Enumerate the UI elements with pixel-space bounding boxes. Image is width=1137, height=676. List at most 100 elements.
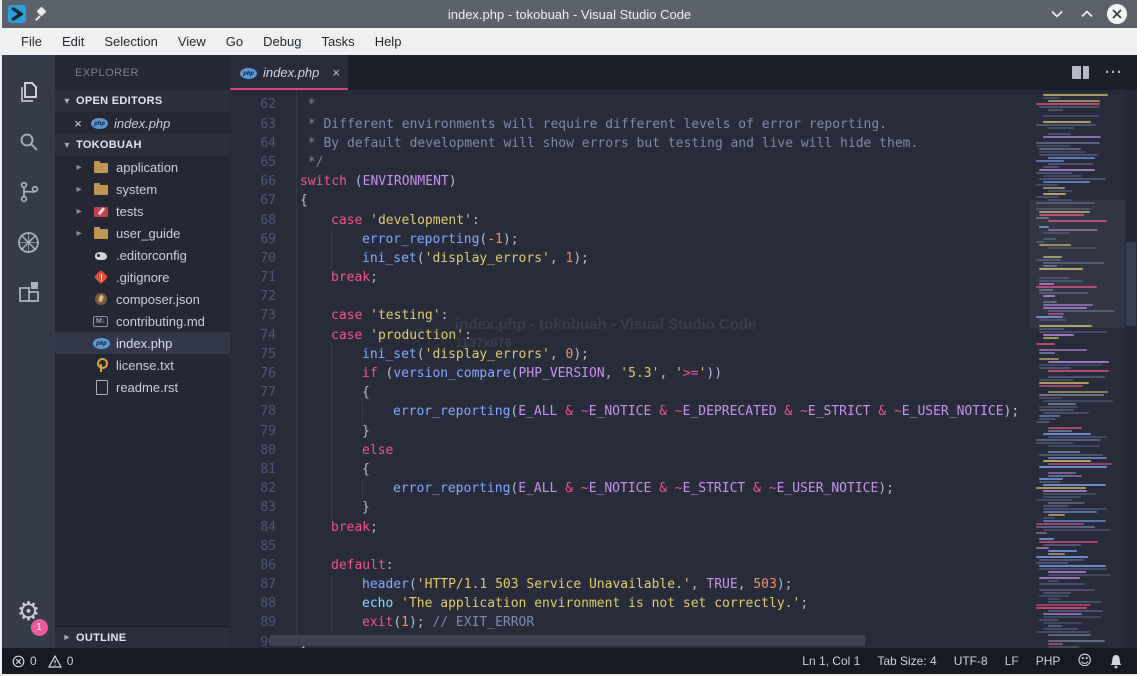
status-tab-size[interactable]: Tab Size: 4	[877, 654, 936, 668]
tree-item-tests[interactable]: ▸tests	[55, 200, 230, 222]
line-number: 65	[230, 153, 276, 172]
indent-guide	[331, 479, 362, 498]
tab-close-icon[interactable]: ×	[332, 65, 340, 80]
code-line[interactable]: 70ini_set('display_errors', 1);	[230, 249, 1125, 268]
tree-item-contributing-md[interactable]: contributing.md	[55, 310, 230, 332]
code-line[interactable]: 79}	[230, 422, 1125, 441]
code-text: exit(1); // EXIT_ERROR	[300, 613, 534, 632]
code-text: error_reporting(E_ALL & ~E_NOTICE & ~E_D…	[300, 402, 1019, 421]
code-line[interactable]: 88echo 'The application environment is n…	[230, 594, 1125, 613]
status-cursor-position[interactable]: Ln 1, Col 1	[802, 654, 860, 668]
code-line[interactable]: 76if (version_compare(PHP_VERSION, '5.3'…	[230, 364, 1125, 383]
status-encoding[interactable]: UTF-8	[954, 654, 988, 668]
settings-gear-button[interactable]: ⚙ 1	[5, 592, 53, 632]
tree-item-system[interactable]: ▸system	[55, 178, 230, 200]
code-line[interactable]: 68case 'development':	[230, 211, 1125, 230]
open-editors-header[interactable]: ▾ OPEN EDITORS	[55, 90, 230, 112]
code-line[interactable]: 86default:	[230, 556, 1125, 575]
tree-item-index-php[interactable]: index.php	[55, 332, 230, 354]
explorer-icon[interactable]	[5, 67, 53, 117]
code-line[interactable]: 65 */	[230, 153, 1125, 172]
error-count: 0	[30, 654, 37, 668]
more-actions-icon[interactable]: ···	[1105, 65, 1123, 80]
indent-guide	[300, 479, 331, 498]
folder-icon	[93, 182, 110, 196]
code-line[interactable]: 69error_reporting(-1);	[230, 230, 1125, 249]
composer-icon	[93, 292, 110, 306]
code-line[interactable]: 85	[230, 537, 1125, 556]
indent-guide	[331, 383, 362, 402]
line-number: 83	[230, 498, 276, 517]
tree-item-user-guide[interactable]: ▸user_guide	[55, 222, 230, 244]
indent-guide	[300, 594, 331, 613]
code-text: case 'development':	[300, 211, 480, 230]
code-line[interactable]: 83}	[230, 498, 1125, 517]
code-editor[interactable]: 61 *62 *63 * Different environments will…	[230, 90, 1137, 648]
code-line[interactable]: 87header('HTTP/1.1 503 Service Unavailab…	[230, 575, 1125, 594]
code-text: ini_set('display_errors', 0);	[300, 345, 589, 364]
code-line[interactable]: 66switch (ENVIRONMENT)	[230, 172, 1125, 191]
extensions-icon[interactable]	[5, 267, 53, 317]
menu-debug[interactable]: Debug	[254, 31, 310, 52]
status-eol[interactable]: LF	[1005, 654, 1019, 668]
tree-item-label: composer.json	[116, 292, 200, 307]
search-icon[interactable]	[5, 117, 53, 167]
menu-edit[interactable]: Edit	[53, 31, 93, 52]
tree-item--editorconfig[interactable]: .editorconfig	[55, 244, 230, 266]
code-line[interactable]: 73case 'testing':	[230, 306, 1125, 325]
vertical-scrollbar[interactable]	[1125, 90, 1137, 648]
code-line[interactable]: 77{	[230, 383, 1125, 402]
code-line[interactable]: 80else	[230, 441, 1125, 460]
scrollbar-thumb[interactable]	[1126, 242, 1136, 326]
code-line[interactable]: 71break;	[230, 268, 1125, 287]
split-editor-icon[interactable]	[1072, 66, 1089, 79]
code-line[interactable]: 82error_reporting(E_ALL & ~E_NOTICE & ~E…	[230, 479, 1125, 498]
indent-guide	[300, 460, 331, 479]
maximize-button[interactable]	[1077, 4, 1097, 24]
close-editor-icon[interactable]: ×	[71, 116, 85, 131]
code-line[interactable]: 64 * By default development will show er…	[230, 134, 1125, 153]
menu-help[interactable]: Help	[366, 31, 411, 52]
menu-view[interactable]: View	[169, 31, 215, 52]
code-line[interactable]: 67{	[230, 191, 1125, 210]
code-line[interactable]: 84break;	[230, 518, 1125, 537]
close-button[interactable]	[1107, 4, 1127, 24]
code-line[interactable]: 62 *	[230, 95, 1125, 114]
project-header[interactable]: ▾ TOKOBUAH	[55, 134, 230, 156]
code-text: {	[300, 191, 308, 210]
code-text: *	[300, 95, 316, 114]
tree-item-license-txt[interactable]: license.txt	[55, 354, 230, 376]
tree-item-composer-json[interactable]: composer.json	[55, 288, 230, 310]
code-line[interactable]: 81{	[230, 460, 1125, 479]
code-line[interactable]: 74case 'production':	[230, 326, 1125, 345]
minimap-slider[interactable]	[1030, 200, 1125, 328]
tree-item-readme-rst[interactable]: readme.rst	[55, 376, 230, 398]
minimap[interactable]	[1030, 90, 1125, 648]
code-line[interactable]: 63 * Different environments will require…	[230, 115, 1125, 134]
menu-file[interactable]: File	[12, 31, 51, 52]
source-control-icon[interactable]	[5, 167, 53, 217]
problems-status[interactable]: 0 0	[12, 654, 73, 668]
line-number: 66	[230, 172, 276, 191]
horizontal-scrollbar[interactable]	[270, 635, 865, 646]
outline-header[interactable]: ▸ OUTLINE	[55, 626, 230, 648]
line-number: 80	[230, 441, 276, 460]
tree-item-application[interactable]: ▸application	[55, 156, 230, 178]
code-line[interactable]: 78error_reporting(E_ALL & ~E_NOTICE & ~E…	[230, 402, 1125, 421]
debug-icon[interactable]	[5, 217, 53, 267]
menu-tasks[interactable]: Tasks	[312, 31, 363, 52]
code-line[interactable]: 72	[230, 287, 1125, 306]
open-editor-item[interactable]: ×index.php	[55, 112, 230, 134]
status-language-mode[interactable]: PHP	[1036, 654, 1061, 668]
minimize-button[interactable]	[1047, 4, 1067, 24]
code-line[interactable]: 75ini_set('display_errors', 0);	[230, 345, 1125, 364]
code-text: header('HTTP/1.1 503 Service Unavailable…	[300, 575, 793, 594]
tab-index-php[interactable]: index.php ×	[230, 55, 348, 90]
tree-item--gitignore[interactable]: .gitignore	[55, 266, 230, 288]
menu-selection[interactable]: Selection	[95, 31, 166, 52]
notifications-bell-icon[interactable]	[1109, 654, 1123, 669]
code-line[interactable]: 89exit(1); // EXIT_ERROR	[230, 613, 1125, 632]
feedback-smiley-icon[interactable]: ☺	[1077, 653, 1092, 669]
menu-go[interactable]: Go	[217, 31, 252, 52]
line-number: 82	[230, 479, 276, 498]
